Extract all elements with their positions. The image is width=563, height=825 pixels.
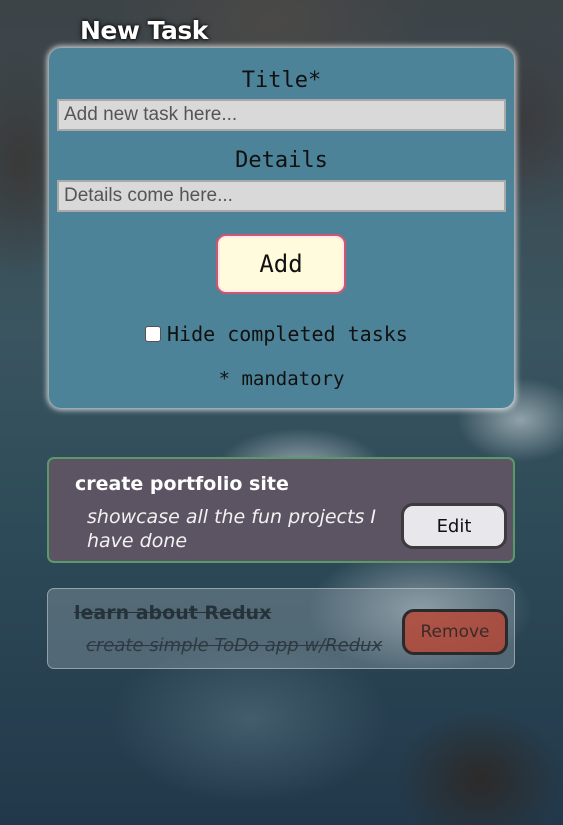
title-label: Title* xyxy=(241,68,322,93)
task-title: learn about Redux xyxy=(74,602,272,624)
new-task-form: Title* Details Add Hide completed tasks … xyxy=(49,48,514,408)
details-label: Details xyxy=(235,148,328,173)
title-input[interactable] xyxy=(57,99,506,131)
task-card-completed: learn about Redux create simple ToDo app… xyxy=(47,588,515,669)
task-details: showcase all the fun projects I have don… xyxy=(87,506,376,552)
task-details: create simple ToDo app w/Redux xyxy=(86,635,383,656)
mandatory-note: * mandatory xyxy=(218,368,345,390)
hide-completed-toggle[interactable]: Hide completed tasks xyxy=(145,320,408,348)
add-button[interactable]: Add xyxy=(216,234,346,294)
hide-completed-label: Hide completed tasks xyxy=(167,322,408,346)
edit-button[interactable]: Edit xyxy=(401,503,507,549)
hide-completed-checkbox[interactable] xyxy=(145,326,161,342)
task-card: create portfolio site showcase all the f… xyxy=(47,457,515,563)
remove-button[interactable]: Remove xyxy=(402,609,508,655)
page-heading: New Task xyxy=(80,16,208,45)
details-input[interactable] xyxy=(57,180,506,212)
task-title: create portfolio site xyxy=(75,473,289,495)
